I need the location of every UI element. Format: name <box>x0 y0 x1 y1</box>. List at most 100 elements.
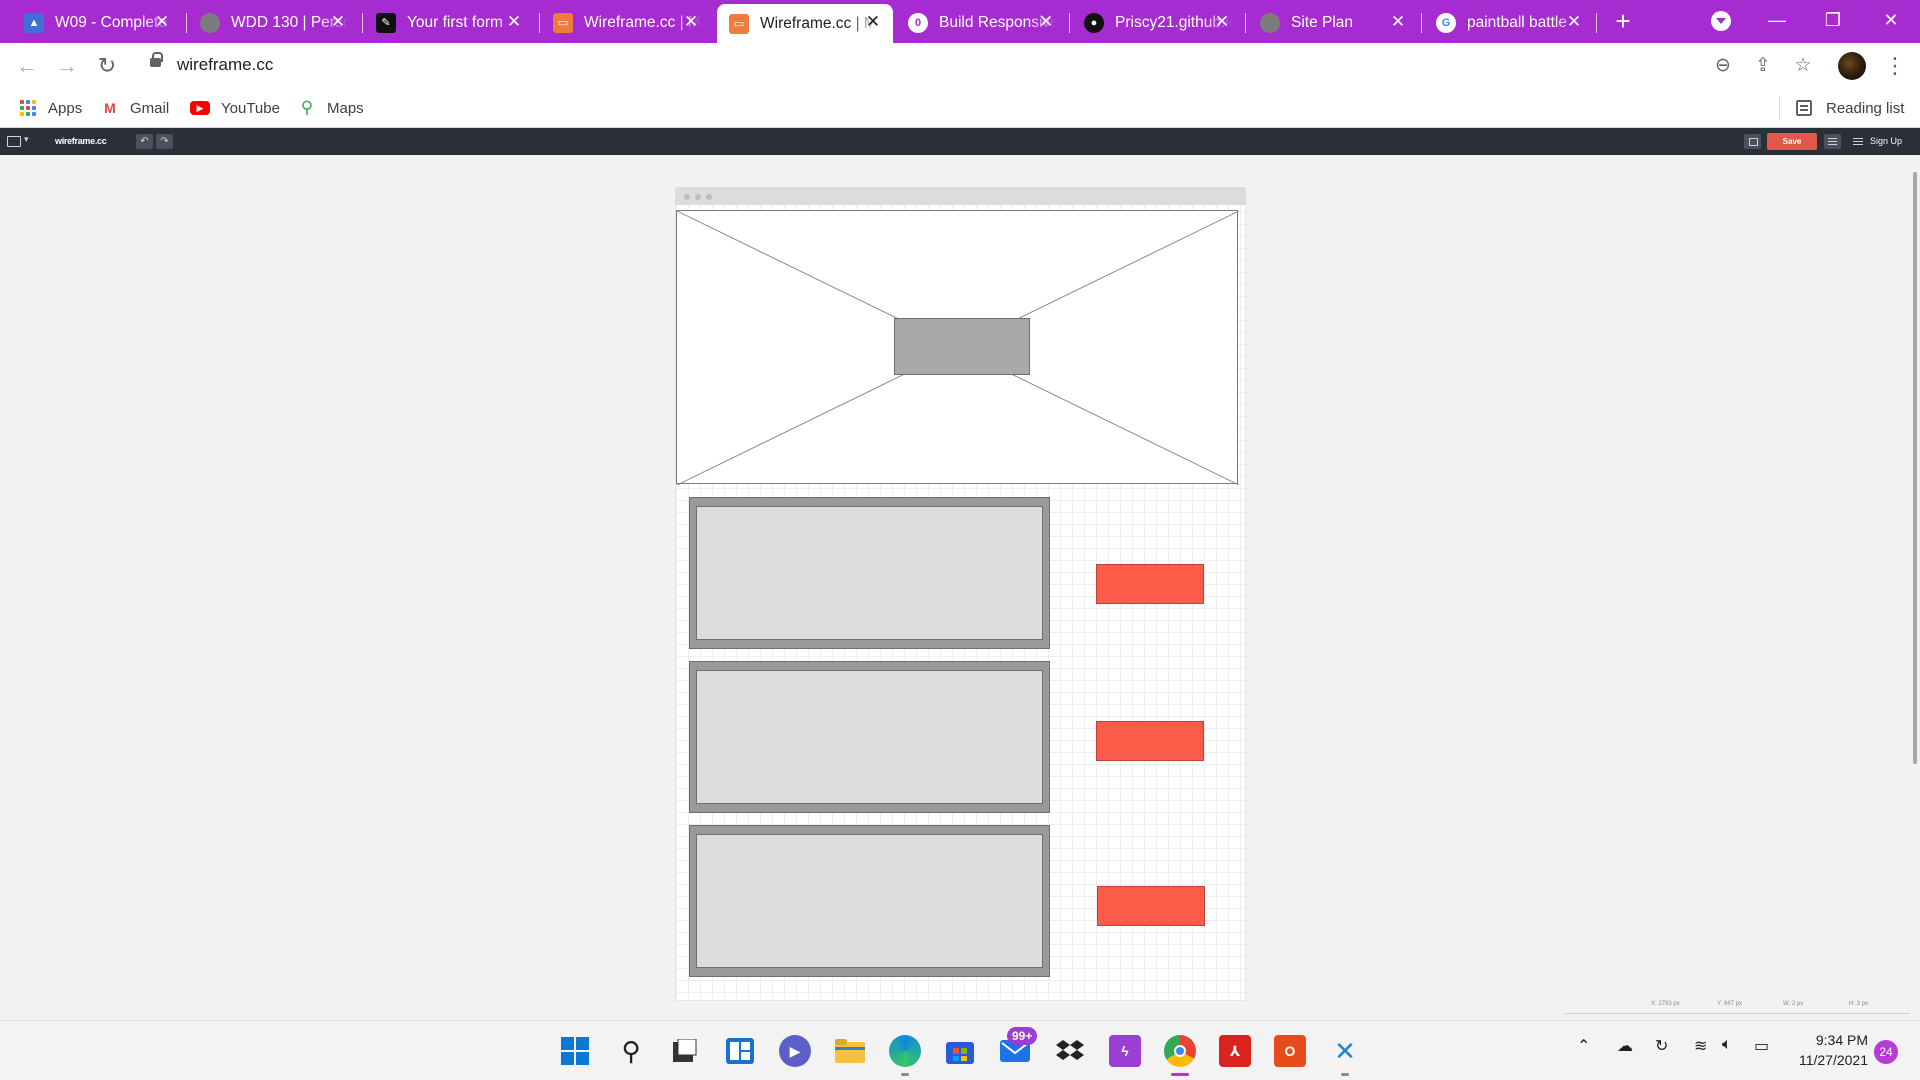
widgets-icon[interactable] <box>724 1035 756 1067</box>
volume-icon[interactable]: 🔈︎ <box>1722 1036 1732 1054</box>
restore-icon[interactable]: ❐ <box>1818 6 1848 34</box>
tab-github[interactable]: ● Priscy21.github.io ✕ <box>1072 4 1242 41</box>
bookmark-label: YouTube <box>221 99 280 117</box>
content-box-inner <box>696 834 1043 968</box>
save-button[interactable]: Save <box>1767 133 1817 150</box>
tab-site-plan[interactable]: Site Plan ✕ <box>1248 4 1418 41</box>
tab-wireframe-1[interactable]: ▭ Wireframe.cc | Minimal ✕ <box>541 4 711 41</box>
content-box-2[interactable] <box>689 661 1050 813</box>
bookmark-maps[interactable]: ⚲ Maps <box>298 96 364 120</box>
system-clock[interactable]: 9:34 PM 11/27/2021 <box>1790 1030 1868 1070</box>
address-bar[interactable]: wireframe.cc <box>177 55 273 75</box>
bookmark-youtube[interactable]: ▶ YouTube <box>190 96 280 120</box>
forward-icon[interactable]: → <box>53 52 81 80</box>
tab-w09[interactable]: ▲ W09 - Complete ✕ <box>12 4 182 41</box>
file-explorer-icon[interactable] <box>834 1035 866 1067</box>
reading-list-button[interactable]: Reading list <box>1796 96 1904 120</box>
globe-icon <box>1260 12 1280 33</box>
bookmark-star-icon[interactable]: ☆ <box>1790 53 1816 79</box>
chat-icon[interactable]: ▶ <box>779 1035 811 1067</box>
close-window-icon[interactable]: ✕ <box>1876 6 1906 34</box>
maps-icon: ⚲ <box>300 98 314 117</box>
zoom-icon[interactable]: ⊖ <box>1710 53 1736 79</box>
tab-paintball[interactable]: G paintball battle ✕ <box>1424 4 1594 41</box>
status-divider <box>1565 1013 1910 1014</box>
chart-icon: ▲ <box>24 12 44 33</box>
task-view-icon[interactable] <box>669 1035 701 1067</box>
cta-button-3[interactable] <box>1097 886 1205 926</box>
tab-wireframe-active[interactable]: ▭ Wireframe.cc | Minimal ✕ <box>717 4 893 43</box>
globe-icon <box>200 12 220 33</box>
youtube-icon: ▶ <box>190 101 210 115</box>
tab-wdd130[interactable]: WDD 130 | Personal ✕ <box>188 4 358 41</box>
minimize-icon[interactable]: — <box>1762 6 1792 34</box>
github-icon: ● <box>1084 12 1104 33</box>
page-browser-frame <box>675 187 1246 205</box>
close-tab-icon[interactable]: ✕ <box>328 12 348 32</box>
battery-icon[interactable]: ▭ <box>1754 1036 1769 1056</box>
new-tab-button[interactable]: + <box>1609 8 1637 36</box>
acrobat-icon[interactable]: ⅄ <box>1219 1035 1251 1067</box>
notification-badge[interactable]: 24 <box>1874 1040 1898 1064</box>
close-tab-icon[interactable]: ✕ <box>152 12 172 32</box>
close-tab-icon[interactable]: ✕ <box>863 12 883 32</box>
reload-icon[interactable]: ↻ <box>93 52 121 80</box>
office-icon[interactable]: O <box>1274 1035 1306 1067</box>
sign-up-link[interactable]: Sign Up <box>1870 136 1902 146</box>
vertical-scrollbar[interactable] <box>1913 172 1917 764</box>
content-box-1[interactable] <box>689 497 1050 649</box>
sync-icon[interactable]: ↻ <box>1655 1036 1668 1056</box>
bookmark-label: Gmail <box>130 99 170 117</box>
chevron-up-icon[interactable]: ⌃ <box>1577 1036 1590 1056</box>
clock-date: 11/27/2021 <box>1798 1052 1868 1068</box>
hero-button-placeholder[interactable] <box>894 318 1030 375</box>
settings-icon[interactable] <box>1824 134 1841 149</box>
start-icon[interactable] <box>559 1035 591 1067</box>
lock-icon[interactable] <box>150 52 163 67</box>
document-icon[interactable] <box>7 136 21 147</box>
browser-menu-icon[interactable]: ⋮ <box>1884 52 1906 80</box>
cta-button-1[interactable] <box>1096 564 1204 604</box>
profile-avatar[interactable] <box>1838 52 1866 80</box>
search-icon[interactable]: ⚲ <box>615 1035 647 1067</box>
bookmark-apps[interactable]: Apps <box>19 96 82 120</box>
google-icon: G <box>1436 12 1456 33</box>
edge-icon[interactable] <box>889 1035 921 1076</box>
menu-icon[interactable] <box>1853 138 1863 139</box>
chrome-icon[interactable] <box>1164 1035 1196 1076</box>
gmail-icon: M <box>104 100 116 116</box>
powerapps-icon[interactable]: ϟ <box>1109 1035 1141 1067</box>
comment-icon[interactable] <box>1744 134 1761 149</box>
chevron-down-icon[interactable]: ▾ <box>24 134 29 145</box>
apps-grid-icon <box>19 99 37 117</box>
vscode-icon[interactable]: ✕ <box>1329 1035 1361 1076</box>
bookmark-gmail[interactable]: M Gmail <box>101 96 169 120</box>
reading-list-icon <box>1796 100 1812 116</box>
share-icon[interactable]: ⇪ <box>1750 53 1776 79</box>
app-logo[interactable]: wireframe.cc <box>55 136 107 146</box>
wireframe-icon: ▭ <box>553 12 573 33</box>
undo-icon[interactable]: ↶ <box>136 134 153 149</box>
content-box-3[interactable] <box>689 825 1050 977</box>
close-tab-icon[interactable]: ✕ <box>1036 12 1056 32</box>
cta-button-2[interactable] <box>1096 721 1204 761</box>
wifi-icon[interactable]: ≋ <box>1694 1036 1707 1056</box>
bookmark-label: Maps <box>327 99 364 117</box>
close-tab-icon[interactable]: ✕ <box>1564 12 1584 32</box>
store-icon[interactable] <box>944 1035 976 1067</box>
close-tab-icon[interactable]: ✕ <box>1212 12 1232 32</box>
tab-first-form[interactable]: ✎ Your first form ✕ <box>364 4 534 41</box>
redo-icon[interactable]: ↷ <box>156 134 173 149</box>
bookmark-label: Apps <box>48 99 83 117</box>
tab-search-icon[interactable] <box>1711 11 1731 31</box>
status-y: Y: 667 px <box>1717 1001 1743 1007</box>
back-icon[interactable]: ← <box>13 52 41 80</box>
close-tab-icon[interactable]: ✕ <box>681 12 701 32</box>
tab-build-responsive[interactable]: 0 Build Responsive ✕ <box>896 4 1066 41</box>
close-tab-icon[interactable]: ✕ <box>1388 12 1408 32</box>
onedrive-icon[interactable]: ☁ <box>1617 1036 1633 1056</box>
bookmark-divider <box>1779 96 1780 120</box>
dropbox-icon[interactable] <box>1054 1035 1086 1067</box>
close-tab-icon[interactable]: ✕ <box>504 12 524 32</box>
status-x: X: 2793 px <box>1651 1001 1680 1007</box>
